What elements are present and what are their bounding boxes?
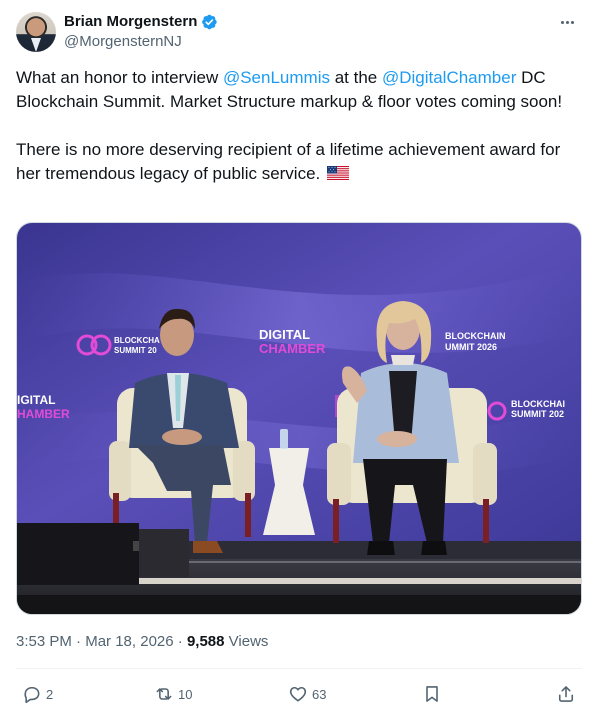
- signage-text: SUMMIT 202: [511, 409, 564, 419]
- text-segment: at the: [329, 68, 382, 87]
- like-count: 63: [312, 686, 327, 702]
- mention-digitalchamber[interactable]: @DigitalChamber: [382, 68, 516, 87]
- repost-button[interactable]: 10: [154, 682, 192, 706]
- tweet-meta: 3:53 PM · Mar 18, 2026 · 9,588 Views: [16, 632, 268, 652]
- mention-senlummis[interactable]: @SenLummis: [223, 68, 330, 87]
- signage-text: BLOCKCHAIN: [445, 331, 506, 341]
- views-count: 9,588: [186, 633, 225, 650]
- action-bar: 2 10 63: [16, 678, 582, 710]
- signage-text: DIGITAL: [259, 327, 310, 342]
- handle[interactable]: @MorgensternNJ: [64, 32, 218, 52]
- meta-separator: ·: [177, 633, 183, 650]
- more-options-icon[interactable]: [554, 12, 580, 32]
- floor-speaker: [17, 523, 189, 585]
- tweet-photo[interactable]: BLOCKCHA SUMMIT 20 DIGITAL CHAMBER BLOCK…: [16, 222, 582, 615]
- signage-text: UMMIT 2026: [445, 342, 497, 352]
- reply-icon: [24, 686, 40, 704]
- stage-photo: BLOCKCHA SUMMIT 20 DIGITAL CHAMBER BLOCK…: [17, 223, 581, 614]
- right-top-sign: BLOCKCHAIN UMMIT 2026: [445, 331, 506, 352]
- tweet-paragraph-2: There is no more deserving recipient of …: [16, 138, 582, 186]
- signage-text: HAMBER: [17, 407, 70, 421]
- like-button[interactable]: 63: [288, 682, 326, 706]
- signage-text: SUMMIT 20: [114, 346, 157, 355]
- timestamp-time[interactable]: 3:53 PM: [16, 633, 72, 650]
- bookmark-button[interactable]: [422, 682, 442, 706]
- heart-icon: [289, 686, 307, 702]
- meta-separator: ·: [76, 633, 82, 650]
- name-row: Brian Morgenstern: [64, 12, 218, 32]
- tweet: Brian Morgenstern @MorgensternNJ What an…: [0, 0, 598, 717]
- avatar[interactable]: [16, 12, 56, 52]
- text-segment: What an honor to interview: [16, 68, 223, 87]
- repost-count: 10: [178, 686, 193, 702]
- reply-button[interactable]: 2: [22, 682, 53, 706]
- bookmark-icon: [426, 686, 438, 702]
- tweet-text: What an honor to interview @SenLummis at…: [16, 66, 582, 186]
- tweet-paragraph-1: What an honor to interview @SenLummis at…: [16, 66, 582, 114]
- reply-count: 2: [46, 686, 54, 702]
- share-icon: [558, 686, 574, 702]
- text-segment: There is no more deserving recipient of …: [16, 140, 561, 183]
- timestamp-date[interactable]: Mar 18, 2026: [85, 633, 173, 650]
- repost-icon: [156, 688, 172, 700]
- author-block: Brian Morgenstern @MorgensternNJ: [64, 12, 218, 52]
- divider: [16, 668, 582, 669]
- verified-badge-icon[interactable]: [200, 13, 218, 31]
- us-flag-icon: [327, 166, 349, 180]
- share-button[interactable]: [556, 682, 576, 706]
- signage-text: BLOCKCHA: [114, 336, 160, 345]
- display-name[interactable]: Brian Morgenstern: [64, 12, 197, 32]
- signage-text: BLOCKCHAI: [511, 399, 565, 409]
- tweet-header: Brian Morgenstern @MorgensternNJ: [16, 0, 582, 60]
- views-label: Views: [228, 633, 269, 650]
- signage-text: IGITAL: [17, 393, 55, 407]
- signage-text: CHAMBER: [259, 341, 326, 356]
